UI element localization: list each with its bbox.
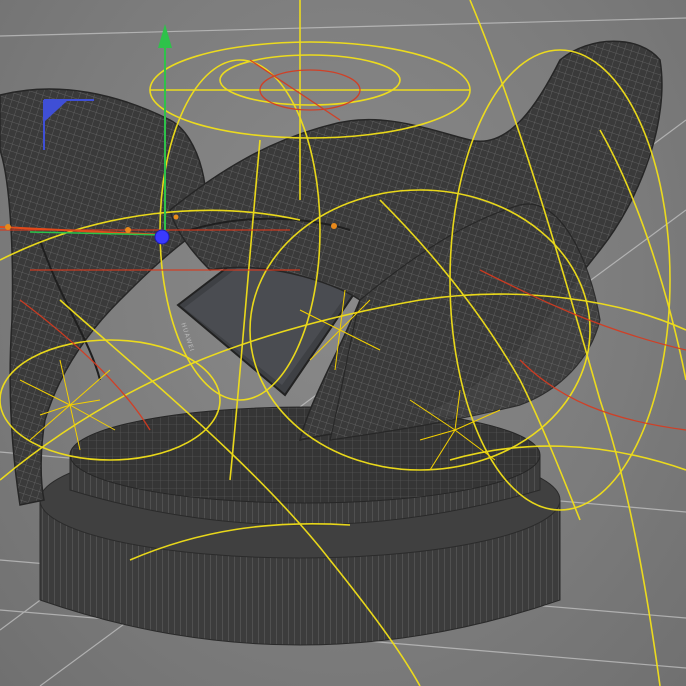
gizmo-center-handle[interactable] [154, 229, 170, 245]
y-axis-arrow-icon[interactable] [158, 24, 172, 48]
3d-viewport[interactable]: HUAWEI [0, 0, 686, 686]
viewport-scene[interactable] [0, 0, 686, 686]
